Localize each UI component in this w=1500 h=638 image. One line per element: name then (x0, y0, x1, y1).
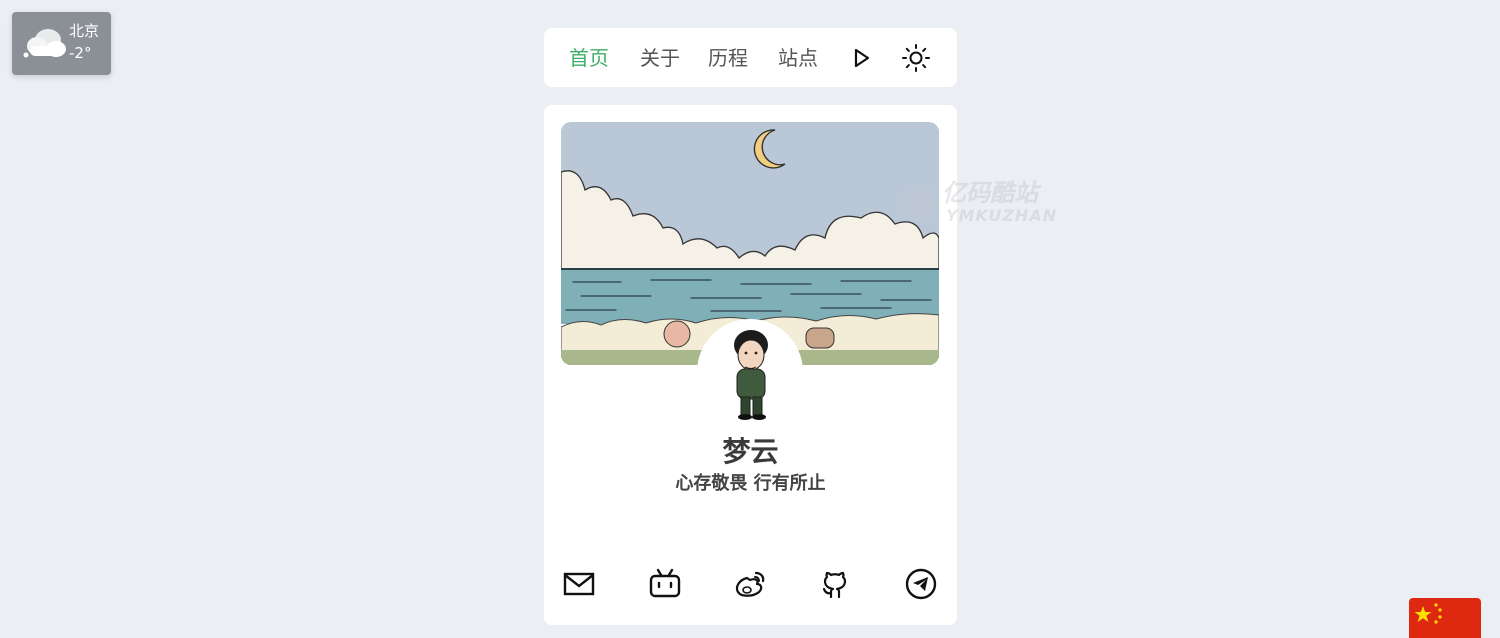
play-icon[interactable] (846, 43, 876, 73)
nav-item-history[interactable]: 历程 (708, 45, 748, 71)
watermark-title: 亿码酷站 (942, 179, 1038, 207)
bilibili-icon[interactable] (648, 567, 682, 601)
watermark: 亿码酷站 YMKUZHAN (900, 178, 1080, 230)
watermark-subtitle: YMKUZHAN (946, 206, 1058, 225)
telegram-icon[interactable] (904, 567, 938, 601)
top-nav: 首页 关于 历程 站点 (544, 28, 957, 87)
weather-temperature: -2° (69, 44, 92, 62)
avatar (697, 319, 803, 425)
weather-widget[interactable]: 北京 -2° (12, 12, 111, 75)
nav-item-sites[interactable]: 站点 (778, 45, 818, 71)
sun-icon[interactable] (901, 43, 931, 73)
nav-item-home[interactable]: 首页 (569, 45, 609, 71)
china-flag[interactable] (1409, 598, 1481, 638)
profile-name: 梦云 (722, 435, 779, 468)
profile-motto: 心存敬畏 行有所止 (675, 473, 826, 494)
profile-card: 梦云 心存敬畏 行有所止 (544, 105, 957, 625)
nav-item-about[interactable]: 关于 (640, 45, 680, 71)
github-icon[interactable] (818, 567, 852, 601)
cloudy-icon (23, 29, 66, 58)
mail-icon[interactable] (562, 567, 596, 601)
weibo-icon[interactable] (733, 567, 767, 601)
avatar-character-icon (734, 330, 768, 420)
flag-stars-icon (1414, 603, 1442, 624)
weather-city: 北京 (69, 22, 100, 40)
